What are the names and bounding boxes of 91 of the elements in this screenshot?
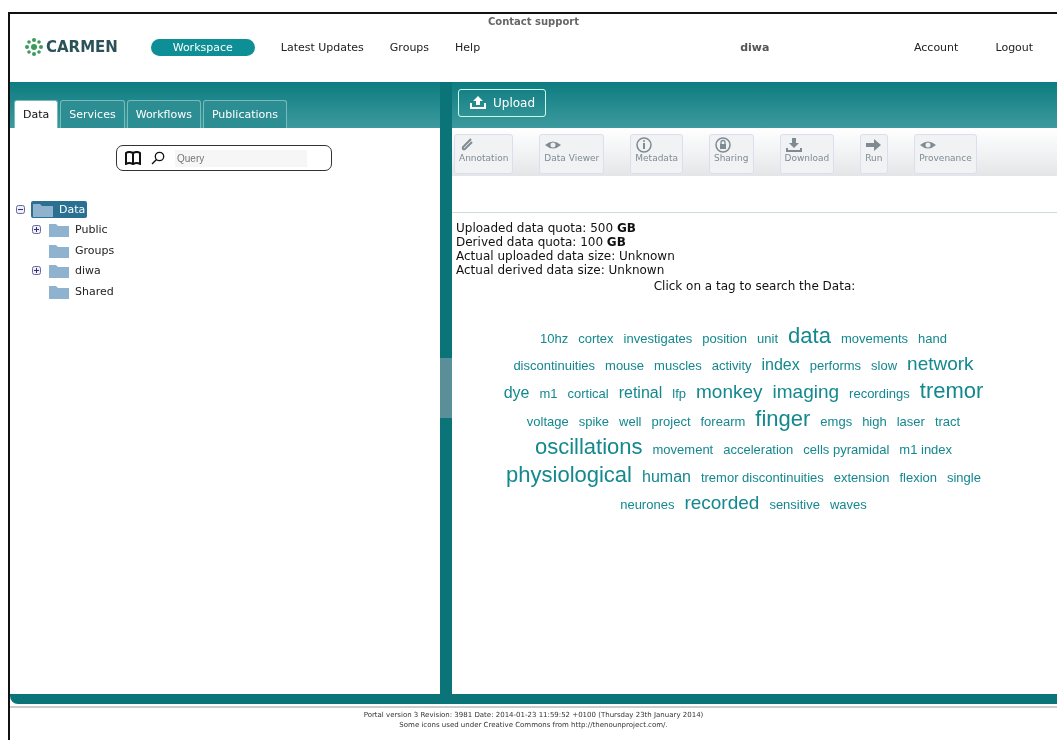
tag-link[interactable]: tremor discontinuities bbox=[700, 465, 824, 490]
tab[interactable]: Workflows bbox=[126, 100, 201, 128]
tag-link[interactable]: imaging bbox=[772, 379, 840, 404]
tag-link[interactable]: laser bbox=[896, 409, 925, 434]
tag-link[interactable]: cortex bbox=[578, 326, 614, 351]
account-link[interactable]: Account bbox=[913, 40, 976, 54]
tag-link[interactable]: lfp bbox=[672, 381, 686, 406]
tree-item[interactable]: Public bbox=[47, 221, 110, 239]
splitter-handle[interactable] bbox=[440, 358, 452, 418]
tag-link[interactable]: tremor bbox=[919, 378, 984, 403]
tag-link[interactable]: recordings bbox=[849, 381, 910, 406]
tag-link[interactable]: mouse bbox=[605, 353, 645, 378]
tag-link[interactable]: data bbox=[788, 323, 831, 348]
tree-item[interactable]: diwa bbox=[47, 262, 103, 280]
nav-link[interactable]: Workspace bbox=[150, 38, 255, 56]
search-icon bbox=[151, 151, 165, 165]
tree-item[interactable]: Shared bbox=[47, 282, 116, 300]
nav-link[interactable]: Help bbox=[455, 38, 481, 56]
book-icon bbox=[125, 151, 141, 165]
tag-link[interactable]: monkey bbox=[696, 379, 763, 404]
tag-link[interactable]: waves bbox=[829, 492, 867, 517]
tag-link[interactable]: neurones bbox=[620, 492, 675, 517]
nav-link[interactable]: Latest Updates bbox=[280, 38, 364, 56]
tag-link[interactable]: forearm bbox=[700, 409, 746, 434]
upload-button[interactable]: Upload bbox=[458, 89, 547, 117]
tag-link[interactable]: unit bbox=[757, 326, 779, 351]
tag-link[interactable]: project bbox=[651, 409, 691, 434]
folder-icon bbox=[49, 263, 69, 279]
tag-link[interactable]: m1 index bbox=[899, 437, 953, 462]
tag-link[interactable]: sensitive bbox=[769, 492, 820, 517]
quota-text: Actual derived data size: Unknown bbox=[456, 263, 666, 277]
tag-link[interactable]: oscillations bbox=[534, 434, 643, 459]
tag-link[interactable]: m1 bbox=[539, 381, 558, 406]
tag-link[interactable]: network bbox=[907, 351, 974, 376]
quota-text: Actual uploaded data size: Unknown bbox=[456, 249, 676, 263]
tag-link[interactable]: cells pyramidal bbox=[803, 437, 890, 462]
quota-text: Derived data quota: 100 GB bbox=[456, 235, 627, 249]
tab[interactable]: Publications bbox=[202, 100, 287, 128]
lock-icon bbox=[713, 137, 732, 153]
tag-link[interactable]: voltage bbox=[526, 409, 569, 434]
tag-link[interactable]: discontinuities bbox=[513, 353, 596, 378]
user-name: diwa bbox=[740, 40, 771, 54]
info-icon bbox=[635, 137, 654, 153]
download-icon bbox=[784, 137, 803, 153]
quota-text: Uploaded data quota: 500 GB bbox=[456, 221, 637, 235]
tag-link[interactable]: movement bbox=[652, 437, 714, 462]
logout-link[interactable]: Logout bbox=[995, 40, 1057, 54]
tag-link[interactable]: flexion bbox=[899, 465, 937, 490]
tab[interactable]: Data bbox=[14, 100, 59, 128]
tag-link[interactable]: slow bbox=[871, 353, 898, 378]
collapse-icon[interactable] bbox=[16, 204, 25, 214]
tag-link[interactable]: extension bbox=[833, 465, 890, 490]
tag-link[interactable]: finger bbox=[755, 406, 811, 431]
tag-link[interactable]: movements bbox=[840, 326, 909, 351]
upload-icon bbox=[469, 96, 487, 110]
tab[interactable]: Services bbox=[60, 100, 125, 128]
contact-support-link[interactable]: Contact support bbox=[10, 16, 1057, 27]
tag-link[interactable]: physiological bbox=[506, 462, 632, 487]
tag-link[interactable]: recorded bbox=[684, 490, 760, 515]
tag-link[interactable]: investigates bbox=[623, 326, 693, 351]
tag-link[interactable]: retinal bbox=[618, 380, 663, 405]
folder-icon bbox=[49, 283, 69, 299]
tag-link[interactable]: spike bbox=[578, 409, 610, 434]
tag-link[interactable]: emgs bbox=[820, 409, 853, 434]
tag-cloud-prompt: Click on a tag to search the Data: bbox=[652, 279, 857, 293]
tag-link[interactable]: tract bbox=[934, 409, 961, 434]
folder-icon bbox=[49, 222, 69, 238]
tag-link[interactable]: position bbox=[702, 326, 748, 351]
tree-item[interactable]: Groups bbox=[47, 241, 117, 259]
tag-link[interactable]: 10hz bbox=[540, 326, 569, 351]
folder-icon bbox=[33, 201, 53, 217]
tag-link[interactable]: muscles bbox=[654, 353, 702, 378]
tree-item[interactable]: Data bbox=[31, 200, 88, 218]
logo-icon bbox=[24, 37, 44, 57]
tag-link[interactable]: high bbox=[862, 409, 887, 434]
tag-link[interactable]: hand bbox=[918, 326, 947, 351]
expand-icon[interactable] bbox=[32, 266, 41, 276]
tag-link[interactable]: acceleration bbox=[723, 437, 794, 462]
tag-link[interactable]: activity bbox=[711, 353, 752, 378]
search-field[interactable]: Query bbox=[116, 145, 332, 171]
tag-link[interactable]: human bbox=[642, 464, 691, 489]
tag-link[interactable]: well bbox=[619, 409, 642, 434]
nav-link[interactable]: Groups bbox=[389, 38, 430, 56]
tag-link[interactable]: cortical bbox=[567, 381, 609, 406]
tag-link[interactable]: single bbox=[947, 465, 981, 490]
expand-icon[interactable] bbox=[32, 225, 41, 235]
folder-icon bbox=[49, 242, 69, 258]
logo-text: CARMEN bbox=[46, 38, 118, 56]
tag-link[interactable]: dye bbox=[503, 380, 530, 405]
tag-link[interactable]: index bbox=[761, 352, 800, 377]
tag-link[interactable]: performs bbox=[809, 353, 862, 378]
